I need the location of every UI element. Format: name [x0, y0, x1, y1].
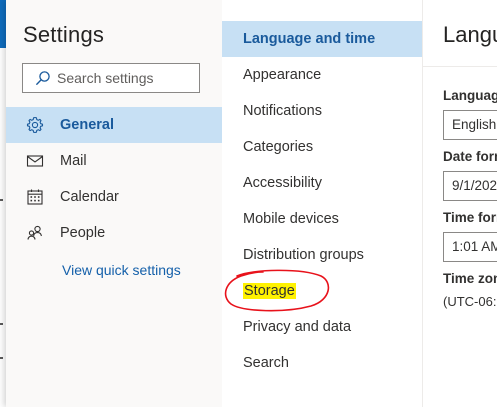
language-dropdown[interactable]: English: [443, 110, 497, 140]
time-format-label: Time format: [443, 210, 497, 225]
gear-icon: [26, 116, 44, 134]
subnav-item-language-and-time[interactable]: Language and time: [222, 21, 422, 57]
settings-nav: Settings General: [6, 0, 222, 407]
nav-item-calendar[interactable]: Calendar: [6, 179, 222, 215]
search-settings-input[interactable]: [57, 70, 187, 86]
nav-item-label: Calendar: [60, 189, 119, 205]
language-label: Language: [443, 88, 497, 103]
search-icon: [35, 70, 51, 86]
background-fragment: [0, 323, 3, 325]
date-format-dropdown[interactable]: 9/1/2021: [443, 171, 497, 201]
subnav-item-distribution-groups[interactable]: Distribution groups: [222, 237, 422, 273]
search-settings-box[interactable]: [22, 63, 200, 93]
mail-icon: [26, 152, 44, 170]
nav-item-general[interactable]: General: [6, 107, 222, 143]
nav-item-label: Mail: [60, 153, 87, 169]
nav-item-label: General: [60, 117, 114, 133]
view-quick-settings-link[interactable]: View quick settings: [62, 262, 181, 278]
subnav-item-accessibility[interactable]: Accessibility: [222, 165, 422, 201]
background-fragment: [0, 199, 3, 201]
subnav-item-privacy-and-data[interactable]: Privacy and data: [222, 309, 422, 345]
subnav-item-appearance[interactable]: Appearance: [222, 57, 422, 93]
nav-item-people[interactable]: People: [6, 215, 222, 251]
calendar-icon: [26, 188, 44, 206]
subnav-item-mobile-devices[interactable]: Mobile devices: [222, 201, 422, 237]
people-icon: [26, 224, 44, 242]
language-and-time-pane: Language and time Language English Date …: [423, 0, 497, 407]
time-zone-value: (UTC-06:00): [443, 294, 497, 309]
date-format-label: Date format: [443, 149, 497, 164]
nav-item-mail[interactable]: Mail: [6, 143, 222, 179]
settings-panel: Settings General: [6, 0, 497, 407]
background-fragment: [0, 357, 3, 359]
time-format-dropdown[interactable]: 1:01 AM: [443, 232, 497, 262]
subnav-item-storage[interactable]: Storage: [222, 273, 422, 309]
pane-title: Language and time: [443, 22, 497, 47]
nav-item-label: People: [60, 225, 106, 241]
outlook-settings-screen: Settings General: [0, 0, 497, 407]
general-subnav: Language and time Appearance Notificatio…: [222, 0, 423, 407]
storage-highlighted-label: Storage: [243, 283, 296, 299]
settings-title: Settings: [23, 22, 105, 47]
time-zone-label: Time zone: [443, 271, 497, 286]
subnav-item-search[interactable]: Search: [222, 345, 422, 381]
subnav-item-categories[interactable]: Categories: [222, 129, 422, 165]
pane-divider: [423, 66, 497, 67]
subnav-item-notifications[interactable]: Notifications: [222, 93, 422, 129]
